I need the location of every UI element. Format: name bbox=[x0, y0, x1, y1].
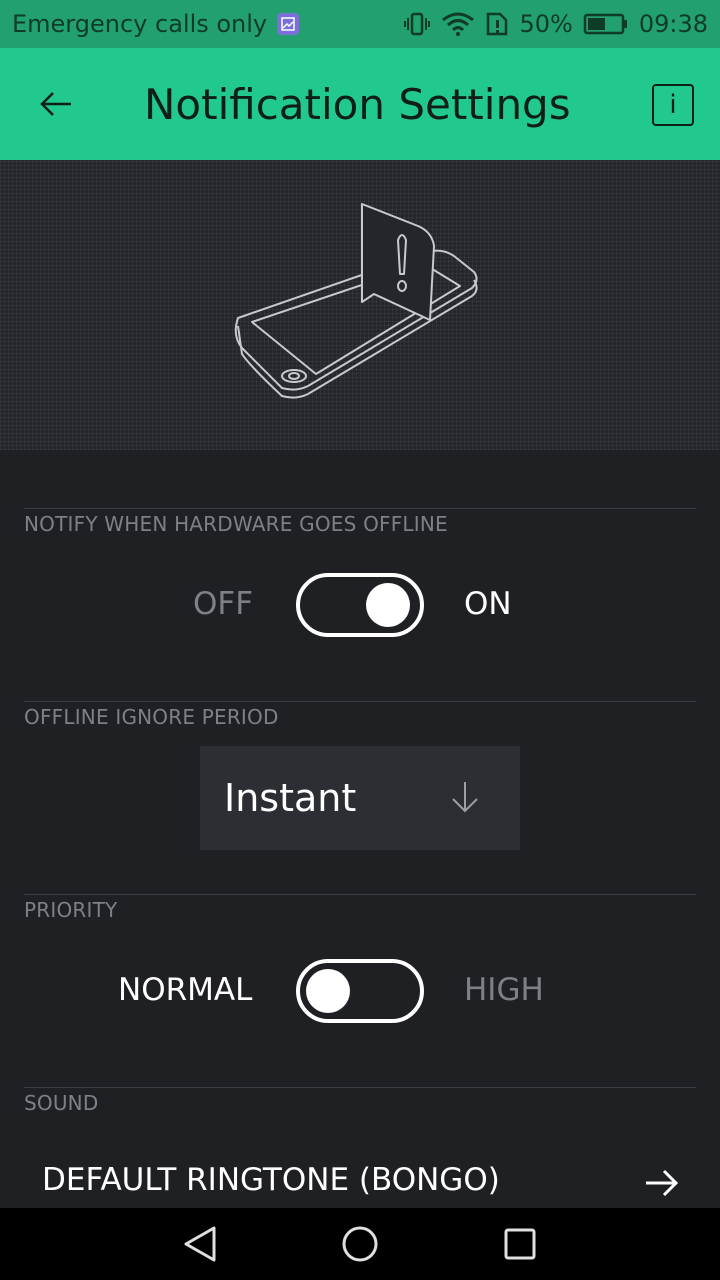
phone-alert-illustration-icon bbox=[234, 203, 478, 399]
section-label-priority: PRIORITY bbox=[24, 898, 118, 922]
battery-percent: 50% bbox=[519, 10, 573, 38]
hero-illustration bbox=[0, 160, 720, 450]
back-button[interactable] bbox=[0, 48, 112, 160]
divider bbox=[24, 508, 696, 509]
priority-toggle[interactable] bbox=[296, 959, 424, 1023]
nav-back-button[interactable] bbox=[180, 1224, 220, 1264]
divider bbox=[24, 894, 696, 895]
divider bbox=[24, 701, 696, 702]
arrow-left-icon bbox=[40, 92, 71, 116]
page-title: Notification Settings bbox=[144, 79, 571, 129]
sound-value: DEFAULT RINGTONE (BONGO) bbox=[42, 1162, 500, 1198]
triangle-back-icon bbox=[184, 1226, 216, 1262]
app-bar: Notification Settings i bbox=[0, 48, 720, 160]
info-icon: i bbox=[669, 90, 677, 120]
wifi-icon bbox=[441, 12, 475, 36]
dropdown-value: Instant bbox=[224, 776, 357, 820]
vibrate-icon bbox=[403, 12, 431, 36]
info-button[interactable]: i bbox=[652, 84, 694, 126]
section-label-sound: SOUND bbox=[24, 1091, 99, 1115]
toggle-off-label: OFF bbox=[193, 586, 254, 622]
battery-icon bbox=[583, 12, 629, 36]
sim-alert-icon bbox=[485, 12, 509, 36]
nav-recents-button[interactable] bbox=[500, 1224, 540, 1264]
square-recents-icon bbox=[504, 1228, 536, 1260]
toggle-knob bbox=[366, 583, 410, 627]
priority-high-label: HIGH bbox=[464, 972, 544, 1008]
toggle-on-label: ON bbox=[464, 586, 512, 622]
sound-selector-row[interactable]: DEFAULT RINGTONE (BONGO) bbox=[0, 1150, 720, 1210]
section-label-ignore-period: OFFLINE IGNORE PERIOD bbox=[24, 705, 279, 729]
arrow-right-icon bbox=[644, 1168, 680, 1202]
status-bar: Emergency calls only 50% 09:38 bbox=[0, 0, 720, 48]
arrow-down-icon bbox=[450, 780, 480, 818]
image-notification-icon bbox=[277, 13, 300, 35]
toggle-knob bbox=[306, 969, 350, 1013]
ignore-period-dropdown[interactable]: Instant bbox=[200, 746, 520, 850]
section-label-offline-notify: NOTIFY WHEN HARDWARE GOES OFFLINE bbox=[24, 512, 448, 536]
clock: 09:38 bbox=[638, 10, 708, 38]
priority-row: NORMAL HIGH bbox=[0, 956, 720, 1026]
circle-home-icon bbox=[342, 1226, 378, 1262]
carrier-text: Emergency calls only bbox=[12, 10, 268, 38]
offline-notify-row: OFF ON bbox=[0, 570, 720, 640]
nav-home-button[interactable] bbox=[340, 1224, 380, 1264]
divider bbox=[24, 1087, 696, 1088]
offline-notify-toggle[interactable] bbox=[296, 573, 424, 637]
system-nav-bar bbox=[0, 1208, 720, 1280]
priority-normal-label: NORMAL bbox=[118, 972, 253, 1008]
